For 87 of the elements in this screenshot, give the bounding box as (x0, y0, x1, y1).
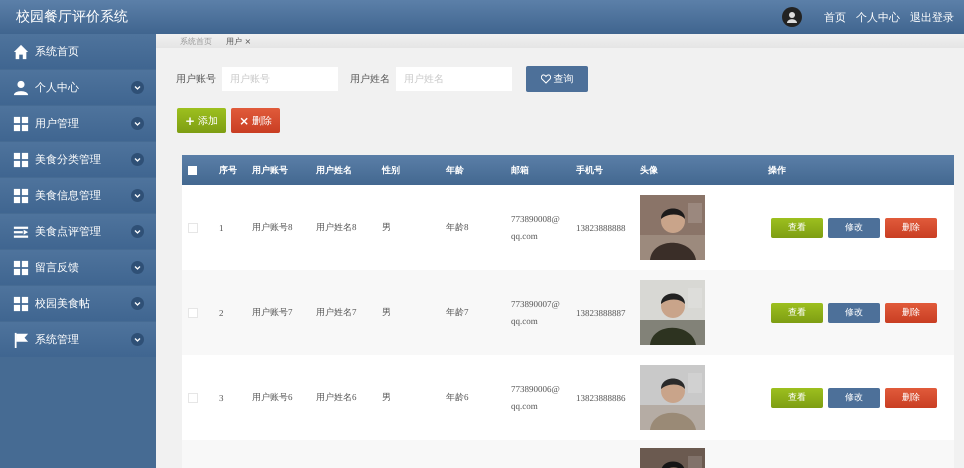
grid-icon (13, 188, 29, 204)
table-cell-text: 年龄6 (446, 391, 470, 404)
list-icon (13, 224, 29, 240)
delete-button[interactable]: 删除 (885, 388, 937, 408)
avatar-icon[interactable] (782, 7, 802, 27)
table-cell-text: 773890006@qq.com (511, 383, 560, 413)
header-link[interactable]: 个人中心 (856, 10, 900, 24)
sidebar-item[interactable]: 美食信息管理 (0, 178, 156, 213)
table-cell-text: 男 (382, 221, 392, 234)
chevron-icon (131, 333, 144, 346)
table-cell-text: 用户姓名8 (316, 221, 358, 234)
row-checkbox[interactable] (188, 392, 198, 402)
table-cell-text: 用户姓名6 (316, 391, 358, 404)
user-icon (13, 80, 29, 96)
grid-icon (13, 152, 29, 168)
column-header: 性别 (382, 164, 401, 176)
grid-icon (13, 296, 29, 312)
column-header: 操作 (768, 164, 787, 176)
sidebar-label: 美食点评管理 (35, 224, 102, 239)
field-label: 用户账号 (176, 72, 216, 86)
select-all-checkbox[interactable] (188, 166, 197, 174)
sidebar-item[interactable]: 美食点评管理 (0, 214, 156, 249)
table-cell-text: 用户账号8 (252, 221, 294, 234)
table-cell-text: 用户账号7 (252, 306, 294, 319)
table-cell-text: 13823888887 (576, 308, 626, 318)
sidebar-label: 系统管理 (35, 332, 80, 347)
edit-button[interactable]: 修改 (828, 218, 880, 238)
sidebar-item[interactable]: 校园美食帖 (0, 286, 156, 321)
delete-button[interactable]: × 删除 (231, 108, 280, 133)
column-header: 年龄 (446, 164, 465, 176)
sidebar-item[interactable]: 美食分类管理 (0, 142, 156, 177)
chevron-icon (131, 297, 144, 310)
chevron-icon (131, 261, 144, 274)
add-button[interactable]: + 添加 (177, 108, 226, 133)
edit-button[interactable]: 修改 (828, 302, 880, 322)
column-header: 用户账号 (252, 164, 289, 176)
sidebar-item[interactable]: 系统管理 (0, 322, 156, 357)
table-cell-text: 年龄8 (446, 221, 470, 234)
sidebar-label: 留言反馈 (35, 260, 80, 275)
table-cell-text: 男 (382, 306, 392, 319)
edit-button[interactable]: 修改 (828, 388, 880, 408)
sidebar-item[interactable]: 用户管理 (0, 106, 156, 141)
row-checkbox[interactable] (188, 222, 198, 232)
header-link[interactable]: 退出登录 (910, 10, 954, 24)
table-cell-text: 年龄7 (446, 306, 470, 319)
column-header: 用户姓名 (316, 164, 353, 176)
chevron-icon (131, 81, 144, 94)
table-cell-text: 1 (219, 222, 224, 232)
chevron-icon (131, 117, 144, 130)
delete-button[interactable]: 删除 (885, 302, 937, 322)
table-cell-text: 用户账号6 (252, 391, 294, 404)
sidebar-label: 用户管理 (35, 116, 80, 131)
chevron-icon (131, 153, 144, 166)
sidebar-label: 系统首页 (35, 44, 80, 59)
table-cell-text: 13823888886 (576, 392, 626, 402)
column-header: 头像 (640, 164, 659, 176)
sidebar-label: 美食信息管理 (35, 188, 102, 203)
row-checkbox[interactable] (188, 308, 198, 318)
heart-icon (540, 74, 550, 84)
sidebar-item[interactable]: 系统首页 (0, 34, 156, 69)
table-cell-text: 13823888888 (576, 222, 626, 232)
delete-button[interactable]: 删除 (885, 218, 937, 238)
table-cell-text: 2 (219, 308, 224, 318)
home-icon (13, 44, 29, 60)
search-button[interactable]: 查询 (526, 66, 588, 92)
column-header: 邮箱 (511, 164, 530, 176)
table-cell-text: 用户姓名7 (316, 306, 358, 319)
table-cell-text: 773890007@qq.com (511, 298, 560, 328)
column-header: 序号 (219, 164, 238, 176)
sidebar-label: 校园美食帖 (35, 296, 91, 311)
grid-icon (13, 116, 29, 132)
sidebar-label: 个人中心 (35, 80, 80, 95)
chevron-icon (131, 189, 144, 202)
table-cell-text: 男 (382, 391, 392, 404)
grid-icon (13, 260, 29, 276)
breadcrumb-tab[interactable]: 用户 × (226, 36, 252, 46)
flag-icon (13, 332, 29, 348)
sidebar-item[interactable]: 留言反馈 (0, 250, 156, 285)
chevron-icon (131, 225, 144, 238)
field-label: 用户姓名 (350, 72, 390, 86)
table-cell-text: 3 (219, 392, 224, 402)
sidebar-label: 美食分类管理 (35, 152, 102, 167)
table-cell-text: 773890008@qq.com (511, 213, 560, 243)
app-title: 校园餐厅评价系统 (16, 8, 129, 26)
column-header: 手机号 (576, 164, 604, 176)
sidebar-item[interactable]: 个人中心 (0, 70, 156, 105)
header-link[interactable]: 首页 (824, 10, 846, 24)
